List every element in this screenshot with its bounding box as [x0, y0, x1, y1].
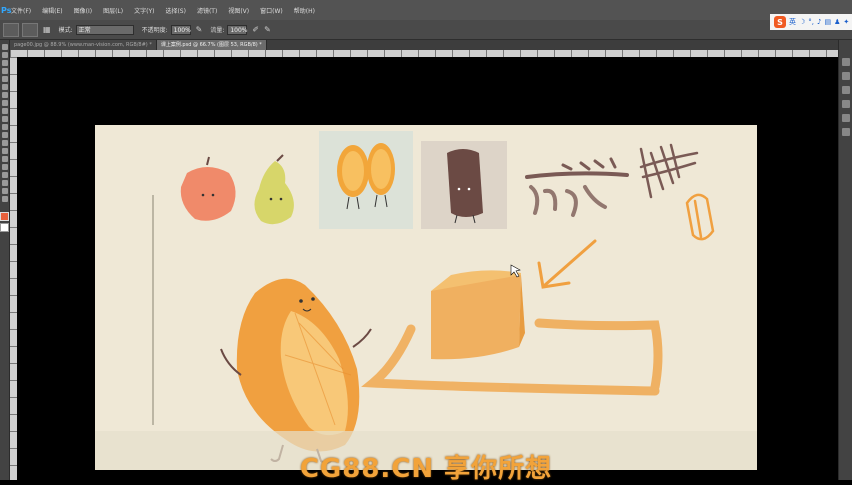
skin-icon[interactable]: ♟ — [834, 18, 840, 26]
moon-icon[interactable]: ☽ — [799, 18, 805, 26]
flow-label: 流量: — [210, 27, 225, 34]
tools-icon[interactable]: ✦ — [843, 18, 849, 26]
mode-dropdown[interactable]: 正常 — [75, 24, 134, 35]
crop-tool-icon[interactable] — [1, 76, 8, 82]
zoom-tool-icon[interactable] — [1, 196, 8, 202]
menu-image[interactable]: 图像(I) — [74, 6, 92, 15]
gradient-tool-icon[interactable] — [1, 132, 8, 138]
panel-dock — [838, 40, 852, 480]
tab-page00[interactable]: page00.jpg @ 88.9% (www.man-vision.com, … — [10, 40, 157, 50]
eyedropper-tool-icon[interactable] — [1, 84, 8, 90]
paragraph-panel-icon[interactable] — [841, 72, 850, 80]
menu-filter[interactable]: 滤镜(T) — [197, 6, 217, 15]
shape-tool-icon[interactable] — [1, 180, 8, 186]
opacity-input[interactable]: 100% — [170, 24, 191, 35]
mode-label: 模式: — [58, 27, 73, 34]
arrow-stroke — [537, 239, 597, 289]
background-color-swatch[interactable] — [0, 223, 9, 232]
mic-icon[interactable]: ♪ — [817, 18, 821, 26]
brush-tool-icon[interactable] — [1, 100, 8, 106]
channels-panel-icon[interactable] — [841, 114, 850, 122]
pen-tool-icon[interactable] — [1, 156, 8, 162]
path-select-tool-icon[interactable] — [1, 172, 8, 178]
quick-select-tool-icon[interactable] — [1, 68, 8, 74]
keyboard-icon[interactable]: ▤ — [824, 18, 831, 26]
airbrush-icon[interactable]: ✐ — [252, 25, 259, 34]
brush-size-picker[interactable] — [22, 22, 38, 37]
menu-help[interactable]: 帮助(H) — [294, 6, 315, 15]
pressure-size-icon[interactable]: ✎ — [264, 25, 271, 34]
stamp-tool-icon[interactable] — [1, 108, 8, 114]
brush-panel-icon[interactable]: ▦ — [43, 25, 51, 34]
dodge-tool-icon[interactable] — [1, 148, 8, 154]
chocolate-illustration — [447, 149, 483, 224]
brush-preset-picker[interactable] — [3, 22, 19, 37]
menu-file[interactable]: 文件(F) — [11, 6, 31, 15]
opacity-label: 不透明度: — [141, 27, 168, 34]
history-panel-icon[interactable] — [841, 58, 850, 66]
options-bar: ▦ 模式: 正常 不透明度: 100% ✎ 流量: 100% ✐ ✎ — [0, 20, 852, 40]
lasso-tool-icon[interactable] — [1, 60, 8, 66]
artwork — [95, 131, 757, 470]
pressure-opacity-icon[interactable]: ✎ — [196, 25, 203, 34]
tab-class-case[interactable]: 课上案例.psd @ 66.7% (图层 53, RGB/8) * — [156, 40, 267, 50]
paths-panel-icon[interactable] — [841, 128, 850, 136]
ime-toolbar[interactable]: S 英 ☽ °, ♪ ▤ ♟ ✦ — [770, 14, 852, 30]
menu-layer[interactable]: 图层(L) — [103, 6, 123, 15]
healing-tool-icon[interactable] — [1, 92, 8, 98]
document-tabs: page00.jpg @ 88.9% (www.man-vision.com, … — [10, 40, 838, 50]
hand-tool-icon[interactable] — [1, 188, 8, 194]
menu-view[interactable]: 视图(V) — [228, 6, 249, 15]
brush-stroke-samples — [525, 143, 699, 217]
punctuation-icon[interactable]: °, — [808, 18, 814, 26]
character-panel-icon[interactable] — [841, 86, 850, 94]
apple-illustration — [180, 156, 236, 221]
vertical-ruler[interactable] — [10, 57, 17, 480]
tools-panel — [0, 40, 10, 480]
foreground-color-swatch[interactable] — [0, 212, 9, 221]
menu-bar: Ps 文件(F) 编辑(E) 图像(I) 图层(L) 文字(Y) 选择(S) 滤… — [0, 0, 852, 21]
document-canvas[interactable] — [95, 125, 757, 470]
eraser-tool-icon[interactable] — [1, 124, 8, 130]
ime-language[interactable]: 英 — [789, 17, 796, 27]
layers-panel-icon[interactable] — [841, 100, 850, 108]
menu-type[interactable]: 文字(Y) — [134, 6, 154, 15]
type-tool-icon[interactable] — [1, 164, 8, 170]
sogou-logo: S — [774, 16, 786, 28]
menu-window[interactable]: 窗口(W) — [260, 6, 283, 15]
menu-edit[interactable]: 编辑(E) — [42, 6, 62, 15]
photoshop-logo: Ps — [1, 5, 12, 15]
box-sketch — [431, 270, 525, 360]
history-brush-tool-icon[interactable] — [1, 116, 8, 122]
pear-illustration — [254, 154, 294, 225]
move-tool-icon[interactable] — [1, 44, 8, 50]
watermark: CG88.CN 享你所想 — [299, 454, 553, 484]
menu-select[interactable]: 选择(S) — [165, 6, 186, 15]
blur-tool-icon[interactable] — [1, 140, 8, 146]
marquee-tool-icon[interactable] — [1, 52, 8, 58]
flow-input[interactable]: 100% — [227, 24, 248, 35]
small-orange-sketch — [685, 193, 715, 241]
